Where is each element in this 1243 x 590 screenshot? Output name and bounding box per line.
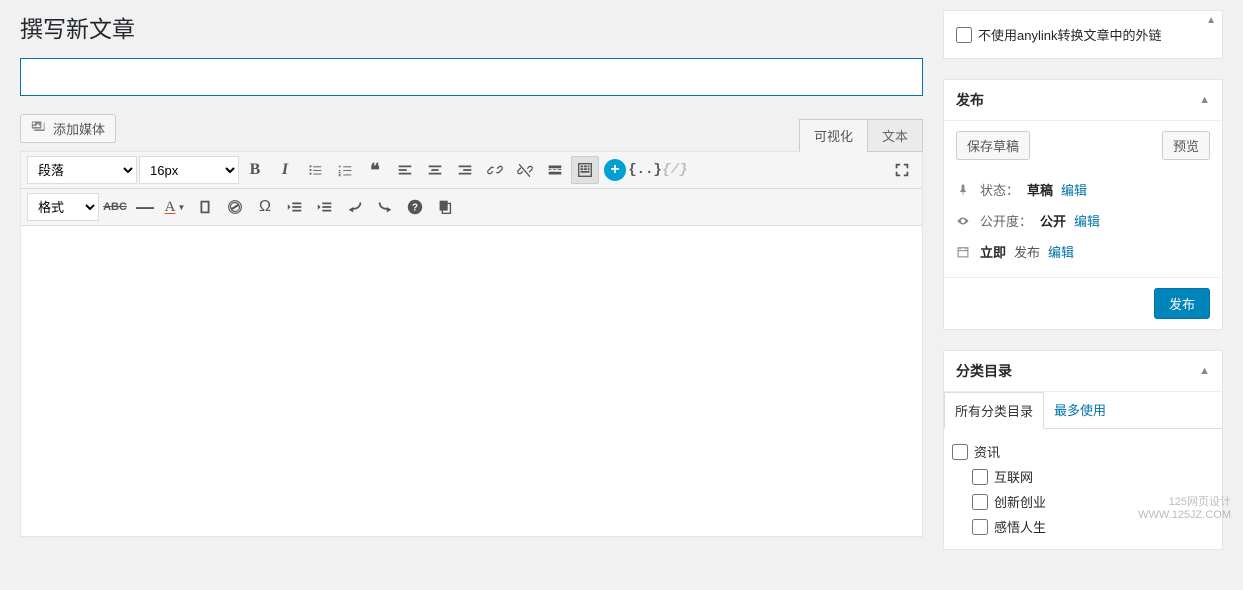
media-icon: [31, 119, 47, 138]
tab-most-used[interactable]: 最多使用: [1044, 392, 1116, 428]
visibility-row: 公开度： 公开 编辑: [956, 205, 1210, 236]
schedule-edit-link[interactable]: 编辑: [1048, 242, 1074, 261]
category-label: 互联网: [994, 467, 1033, 486]
pin-icon: [956, 183, 972, 197]
add-block-button[interactable]: +: [601, 156, 629, 184]
category-item[interactable]: 感悟人生: [972, 514, 1214, 539]
align-center-button[interactable]: [421, 156, 449, 184]
page-title: 撰写新文章: [20, 10, 923, 44]
format-select[interactable]: 格式: [27, 193, 99, 221]
unlink-button[interactable]: [511, 156, 539, 184]
add-media-button[interactable]: 添加媒体: [20, 114, 116, 143]
visibility-edit-link[interactable]: 编辑: [1074, 211, 1100, 230]
fullscreen-button[interactable]: [888, 156, 916, 184]
textcolor-button[interactable]: A▼: [161, 193, 189, 221]
category-label: 感悟人生: [994, 517, 1046, 536]
visibility-value: 公开: [1040, 211, 1066, 230]
svg-text:?: ?: [412, 203, 418, 214]
panel-toggle-icon[interactable]: ▲: [1206, 15, 1216, 26]
toolbar-row-2: 格式 ABC — A▼ T Ω ?: [21, 189, 922, 226]
category-list[interactable]: 资讯互联网创新创业感悟人生: [944, 429, 1222, 549]
publish-button[interactable]: 发布: [1154, 288, 1210, 319]
paste-text-button[interactable]: T: [191, 193, 219, 221]
category-checkbox[interactable]: [972, 494, 988, 510]
hr-button[interactable]: —: [131, 193, 159, 221]
post-title-input[interactable]: [20, 58, 923, 96]
status-value: 草稿: [1027, 180, 1053, 199]
toolbar-toggle-button[interactable]: [571, 156, 599, 184]
category-label: 资讯: [974, 442, 1000, 461]
status-label: 状态：: [980, 180, 1019, 199]
copy-button[interactable]: [431, 193, 459, 221]
tab-all-categories[interactable]: 所有分类目录: [944, 392, 1044, 429]
schedule-action: 发布: [1014, 242, 1040, 261]
code-alt-button[interactable]: {/}: [661, 156, 689, 184]
status-edit-link[interactable]: 编辑: [1061, 180, 1087, 199]
align-right-button[interactable]: [451, 156, 479, 184]
chevron-up-icon: ▲: [1199, 94, 1210, 106]
category-checkbox[interactable]: [952, 444, 968, 460]
code-button[interactable]: {..}: [631, 156, 659, 184]
blockquote-button[interactable]: ❝: [361, 156, 389, 184]
fontsize-select[interactable]: 16px: [139, 156, 239, 184]
undo-button[interactable]: [341, 193, 369, 221]
anylink-label: 不使用anylink转换文章中的外链: [978, 25, 1161, 44]
paragraph-select[interactable]: 段落: [27, 156, 137, 184]
strikethrough-button[interactable]: ABC: [101, 193, 129, 221]
schedule-label: 立即: [980, 242, 1006, 261]
numbered-list-button[interactable]: [331, 156, 359, 184]
category-checkbox[interactable]: [972, 469, 988, 485]
categories-panel: 分类目录 ▲ 所有分类目录 最多使用 资讯互联网创新创业感悟人生: [943, 350, 1223, 550]
eye-icon: [956, 214, 972, 228]
anylink-checkbox-row[interactable]: 不使用anylink转换文章中的外链: [956, 21, 1210, 48]
clear-format-button[interactable]: [221, 193, 249, 221]
tab-visual[interactable]: 可视化: [799, 119, 868, 152]
categories-header[interactable]: 分类目录 ▲: [944, 351, 1222, 392]
publish-panel: 发布 ▲ 保存草稿 预览 状态： 草稿 编辑 公开度： 公开: [943, 79, 1223, 330]
tab-text[interactable]: 文本: [867, 119, 923, 152]
add-media-label: 添加媒体: [53, 119, 105, 138]
schedule-row: 立即发布 编辑: [956, 236, 1210, 267]
link-button[interactable]: [481, 156, 509, 184]
category-label: 创新创业: [994, 492, 1046, 511]
status-row: 状态： 草稿 编辑: [956, 174, 1210, 205]
preview-button[interactable]: 预览: [1162, 131, 1210, 160]
save-draft-button[interactable]: 保存草稿: [956, 131, 1030, 160]
italic-button[interactable]: I: [271, 156, 299, 184]
publish-panel-header[interactable]: 发布 ▲: [944, 80, 1222, 121]
publish-panel-title: 发布: [956, 90, 984, 110]
categories-title: 分类目录: [956, 361, 1012, 381]
category-item[interactable]: 创新创业: [972, 489, 1214, 514]
calendar-icon: [956, 245, 972, 259]
indent-button[interactable]: [311, 193, 339, 221]
redo-button[interactable]: [371, 193, 399, 221]
special-char-button[interactable]: Ω: [251, 193, 279, 221]
visibility-label: 公开度：: [980, 211, 1032, 230]
svg-text:T: T: [203, 203, 208, 212]
chevron-up-icon: ▲: [1199, 365, 1210, 377]
outdent-button[interactable]: [281, 193, 309, 221]
toolbar-row-1: 段落 16px B I ❝ + {..} {/}: [21, 152, 922, 189]
anylink-panel: ▲ 不使用anylink转换文章中的外链: [943, 10, 1223, 59]
bold-button[interactable]: B: [241, 156, 269, 184]
category-item[interactable]: 资讯: [952, 439, 1214, 464]
category-item[interactable]: 互联网: [972, 464, 1214, 489]
align-left-button[interactable]: [391, 156, 419, 184]
editor-content-area[interactable]: [21, 226, 922, 536]
bullet-list-button[interactable]: [301, 156, 329, 184]
editor-container: 段落 16px B I ❝ + {..} {/}: [20, 151, 923, 537]
category-checkbox[interactable]: [972, 519, 988, 535]
readmore-button[interactable]: [541, 156, 569, 184]
anylink-checkbox[interactable]: [956, 27, 972, 43]
help-button[interactable]: ?: [401, 193, 429, 221]
